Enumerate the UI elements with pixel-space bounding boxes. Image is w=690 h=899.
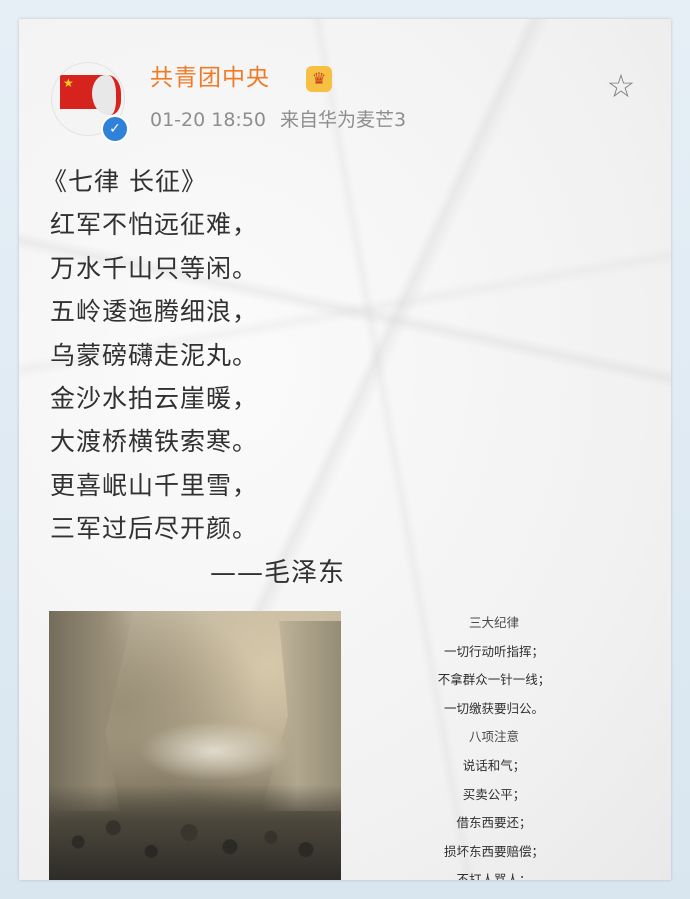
poem-text: 《七律 长征》 红军不怕远征难， 万水千山只等闲。 五岭逶迤腾细浪， 乌蒙磅礴走… xyxy=(42,160,450,551)
rules-heading: 三大纪律 xyxy=(468,615,519,630)
poem-title: 《七律 长征》 xyxy=(42,167,207,196)
rules-line: 一切缴获要归公。 xyxy=(443,700,544,716)
username[interactable]: 共青团中央 xyxy=(150,63,270,93)
rules-line: 损坏东西要赔偿； xyxy=(443,843,544,859)
star-emblem-icon: ★ xyxy=(63,76,74,90)
poem-line: 金沙水拍云崖暖， xyxy=(50,383,259,413)
profile-silhouette-icon xyxy=(92,75,121,115)
poem-line: 红军不怕远征难， xyxy=(50,210,259,240)
rules-line: 一切行动听指挥； xyxy=(443,643,544,659)
post-source[interactable]: 来自华为麦芒3 xyxy=(280,109,406,131)
weibo-post-card: ★ ✓ 共青团中央 ♛ 01-20 18:50 来自华为麦芒3 ☆ 《七律 长征》… xyxy=(19,19,671,880)
painting-mist xyxy=(139,721,289,781)
painting-cliff xyxy=(261,621,341,811)
rules-heading: 八项注意 xyxy=(468,729,519,745)
poem-line: 大渡桥横铁索寒。 xyxy=(50,427,259,457)
long-march-painting-image[interactable] xyxy=(49,611,341,880)
poem-line: 五岭逶迤腾细浪， xyxy=(50,297,259,327)
painting-soldiers xyxy=(49,785,341,880)
post-timestamp: 01-20 18:50 xyxy=(150,109,267,131)
photo-frame: ★ ✓ 共青团中央 ♛ 01-20 18:50 来自华为麦芒3 ☆ 《七律 长征》… xyxy=(0,0,690,899)
poem-author: ——毛泽东 xyxy=(210,558,346,588)
favorite-star-icon[interactable]: ☆ xyxy=(604,69,638,103)
discipline-rules-image[interactable]: 三大纪律 一切行动听指挥； 不拿群众一针一线； 一切缴获要归公。 八项注意 说话… xyxy=(419,609,569,880)
rules-line: 买卖公平； xyxy=(462,786,526,802)
poem-line: 更喜岷山千里雪， xyxy=(50,470,259,500)
rules-line: 借东西要还； xyxy=(456,815,532,831)
painting-cliff xyxy=(49,611,134,811)
poem-line: 乌蒙磅礴走泥丸。 xyxy=(50,340,259,370)
poem-line: 万水千山只等闲。 xyxy=(50,253,259,283)
post-meta: 01-20 18:50 来自华为麦芒3 xyxy=(150,107,420,133)
rules-line: 不打人骂人； xyxy=(456,872,532,880)
crown-icon[interactable]: ♛ xyxy=(306,66,332,92)
poem-line: 三军过后尽开颜。 xyxy=(50,514,259,544)
rules-line: 说话和气； xyxy=(462,757,526,773)
rules-line: 不拿群众一针一线； xyxy=(437,672,551,688)
verified-badge-icon: ✓ xyxy=(101,115,129,143)
